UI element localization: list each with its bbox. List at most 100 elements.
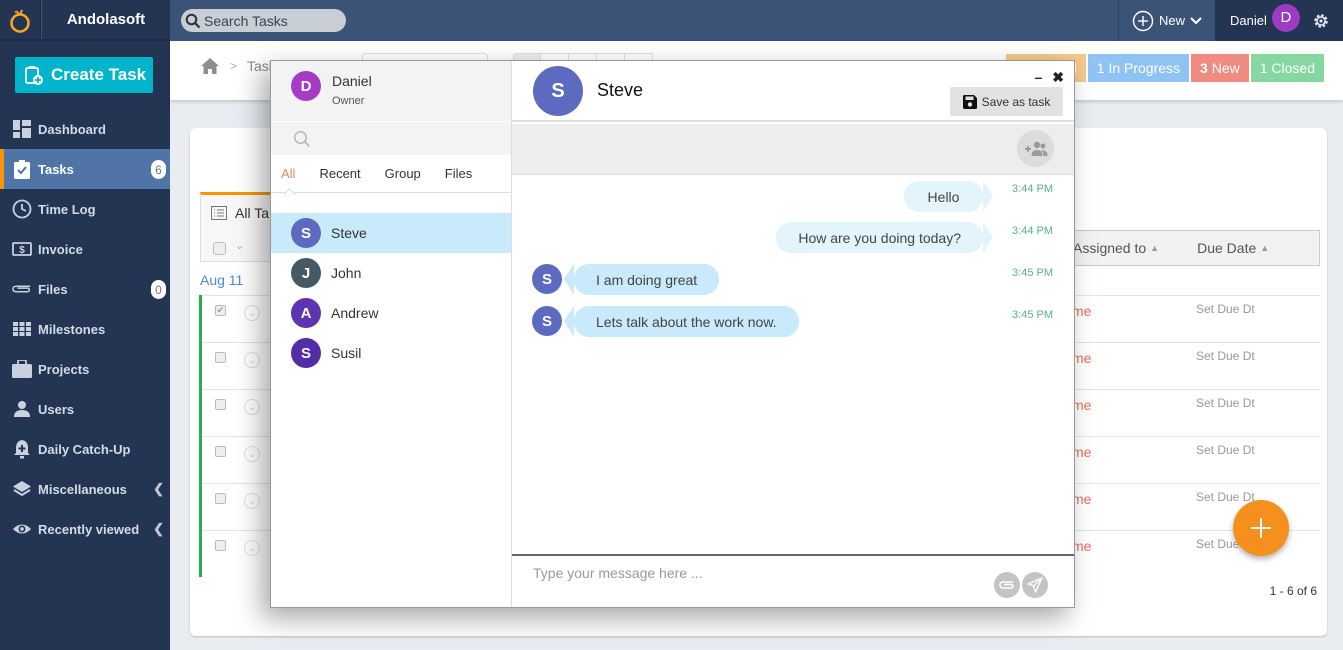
row-due-date[interactable]: Set Due Dt — [1196, 396, 1255, 410]
new-label: New — [1158, 13, 1185, 28]
sidebar-item-invoice[interactable]: $ Invoice — [0, 229, 170, 269]
sidebar-item-users[interactable]: Users — [0, 389, 170, 429]
attach-file-button[interactable] — [994, 572, 1020, 598]
message-time: 3:44 PM — [1012, 183, 1053, 195]
all-tasks-tab[interactable]: All Ta ⌄ — [200, 192, 280, 262]
row-checkbox[interactable]: ✔ — [215, 305, 226, 316]
message-composer — [512, 554, 1074, 607]
app-logo[interactable] — [0, 0, 41, 41]
chevron-left-icon[interactable]: ❮ — [153, 521, 164, 537]
row-checkbox[interactable] — [215, 399, 226, 410]
invoice-icon: $ — [12, 239, 32, 259]
row-status-toggle[interactable]: ⌄ — [244, 399, 260, 415]
column-assigned-to[interactable]: Assigned to ▲︎ — [1073, 240, 1159, 256]
sidebar-item-projects[interactable]: Projects — [0, 349, 170, 389]
row-due-date[interactable]: Set Due Dt — [1196, 443, 1255, 457]
contact-item[interactable]: J John — [271, 253, 511, 293]
chevron-left-icon[interactable]: ❮ — [153, 481, 164, 497]
gear-icon[interactable] — [1312, 12, 1330, 30]
row-status-toggle[interactable]: ⌄ — [244, 352, 260, 368]
peer-avatar: S — [533, 66, 583, 116]
apple-logo-icon — [10, 9, 30, 33]
sidebar-item-files[interactable]: Files 0 — [0, 269, 170, 309]
plus-circle-icon — [1132, 10, 1154, 31]
tab-files[interactable]: Files — [445, 166, 472, 181]
contact-avatar: J — [291, 258, 321, 288]
search-tasks-input[interactable]: Search Tasks — [181, 9, 346, 32]
home-icon[interactable] — [200, 57, 220, 75]
row-status-toggle[interactable]: ⌄ — [244, 446, 260, 462]
layers-icon — [12, 479, 32, 499]
status-new[interactable]: 3 New — [1191, 54, 1249, 82]
contact-search-input[interactable] — [271, 122, 511, 155]
sidebar-item-daily-catch-up[interactable]: Daily Catch-Up — [0, 429, 170, 469]
save-as-task-button[interactable]: Save as task — [950, 87, 1063, 116]
send-message-button[interactable] — [1022, 572, 1048, 598]
sidebar-item-label: Milestones — [38, 321, 106, 337]
create-task-button[interactable]: Create Task — [15, 57, 153, 93]
status-in-progress[interactable]: 1 In Progress — [1087, 54, 1190, 82]
create-task-label: Create Task — [51, 65, 147, 84]
sidebar-item-recently-viewed[interactable]: Recently viewed ❮ — [0, 509, 170, 549]
sidebar-item-milestones[interactable]: Milestones — [0, 309, 170, 349]
sidebar: Create Task Dashboard Tasks 6 Time Log $ — [0, 41, 170, 650]
contact-item[interactable]: S Steve — [271, 213, 511, 253]
contact-item[interactable]: A Andrew — [271, 293, 511, 333]
files-count-badge: 0 — [151, 280, 166, 299]
user-menu[interactable]: Daniel D — [1215, 0, 1343, 41]
contact-avatar: S — [291, 218, 321, 248]
row-due-date[interactable]: Set Due Dt — [1196, 490, 1255, 504]
user-icon — [12, 399, 32, 419]
table-header: Assigned to ▲︎ Due Date ▲︎ — [1050, 230, 1320, 266]
sidebar-item-tasks[interactable]: Tasks 6 — [0, 149, 170, 189]
plus-icon — [1251, 518, 1271, 538]
conversation-panel: S Steve – ✖ Save as task Hello 3:44 PM H… — [512, 61, 1074, 607]
date-group-header: Aug 11 — [200, 272, 244, 288]
contact-name: John — [331, 265, 362, 281]
row-status-toggle[interactable]: ⌄ — [244, 540, 260, 556]
row-due-date[interactable]: Set Due Dt — [1196, 302, 1255, 316]
row-due-date[interactable]: Set Due Dt — [1196, 349, 1255, 363]
status-closed[interactable]: 1 Closed — [1250, 54, 1324, 82]
row-due-date[interactable]: Set Due — [1196, 537, 1239, 551]
row-status-toggle[interactable]: ⌄ — [244, 493, 260, 509]
row-checkbox[interactable] — [215, 446, 226, 457]
message-input[interactable] — [533, 562, 973, 584]
message-bubble-outgoing: Hello — [904, 181, 993, 212]
sidebar-nav: Dashboard Tasks 6 Time Log $ Invoice Fil… — [0, 109, 170, 549]
sidebar-item-label: Projects — [38, 361, 90, 377]
new-dropdown-button[interactable]: New — [1118, 0, 1215, 41]
message-sender-avatar: S — [532, 306, 562, 336]
sidebar-item-dashboard[interactable]: Dashboard — [0, 109, 170, 149]
chevron-down-icon[interactable]: ⌄ — [235, 239, 244, 252]
contact-item[interactable]: S Susil — [271, 333, 511, 373]
tab-group[interactable]: Group — [385, 166, 421, 181]
column-due-date[interactable]: Due Date ▲︎ — [1197, 240, 1269, 256]
close-icon[interactable]: ✖ — [1052, 69, 1064, 86]
dashboard-icon — [12, 119, 32, 139]
row-status-toggle[interactable]: ⌄ — [244, 305, 260, 321]
add-task-fab[interactable] — [1233, 500, 1289, 556]
select-all-checkbox[interactable] — [213, 242, 226, 255]
tab-recent[interactable]: Recent — [319, 166, 360, 181]
row-checkbox[interactable] — [215, 352, 226, 363]
current-user-role: Owner — [332, 95, 365, 107]
add-participants-button[interactable] — [1017, 130, 1054, 167]
message-sender-avatar: S — [532, 264, 562, 294]
sidebar-item-label: Users — [38, 401, 75, 417]
message-time: 3:44 PM — [1012, 225, 1053, 237]
sidebar-item-miscellaneous[interactable]: Miscellaneous ❮ — [0, 469, 170, 509]
list-icon — [211, 206, 227, 220]
row-checkbox[interactable] — [215, 540, 226, 551]
user-name: Daniel — [1230, 13, 1267, 28]
user-avatar[interactable]: D — [1271, 3, 1300, 32]
contact-list: S Steve J John A Andrew S Susil — [271, 213, 511, 373]
minimize-icon[interactable]: – — [1034, 69, 1042, 86]
sidebar-item-label: Time Log — [38, 201, 96, 217]
add-group-icon — [1024, 141, 1047, 156]
tab-all[interactable]: All — [281, 166, 295, 181]
peer-name: Steve — [597, 80, 644, 100]
row-checkbox[interactable] — [215, 493, 226, 504]
sidebar-item-time-log[interactable]: Time Log — [0, 189, 170, 229]
tasks-count-badge: 6 — [151, 160, 166, 179]
